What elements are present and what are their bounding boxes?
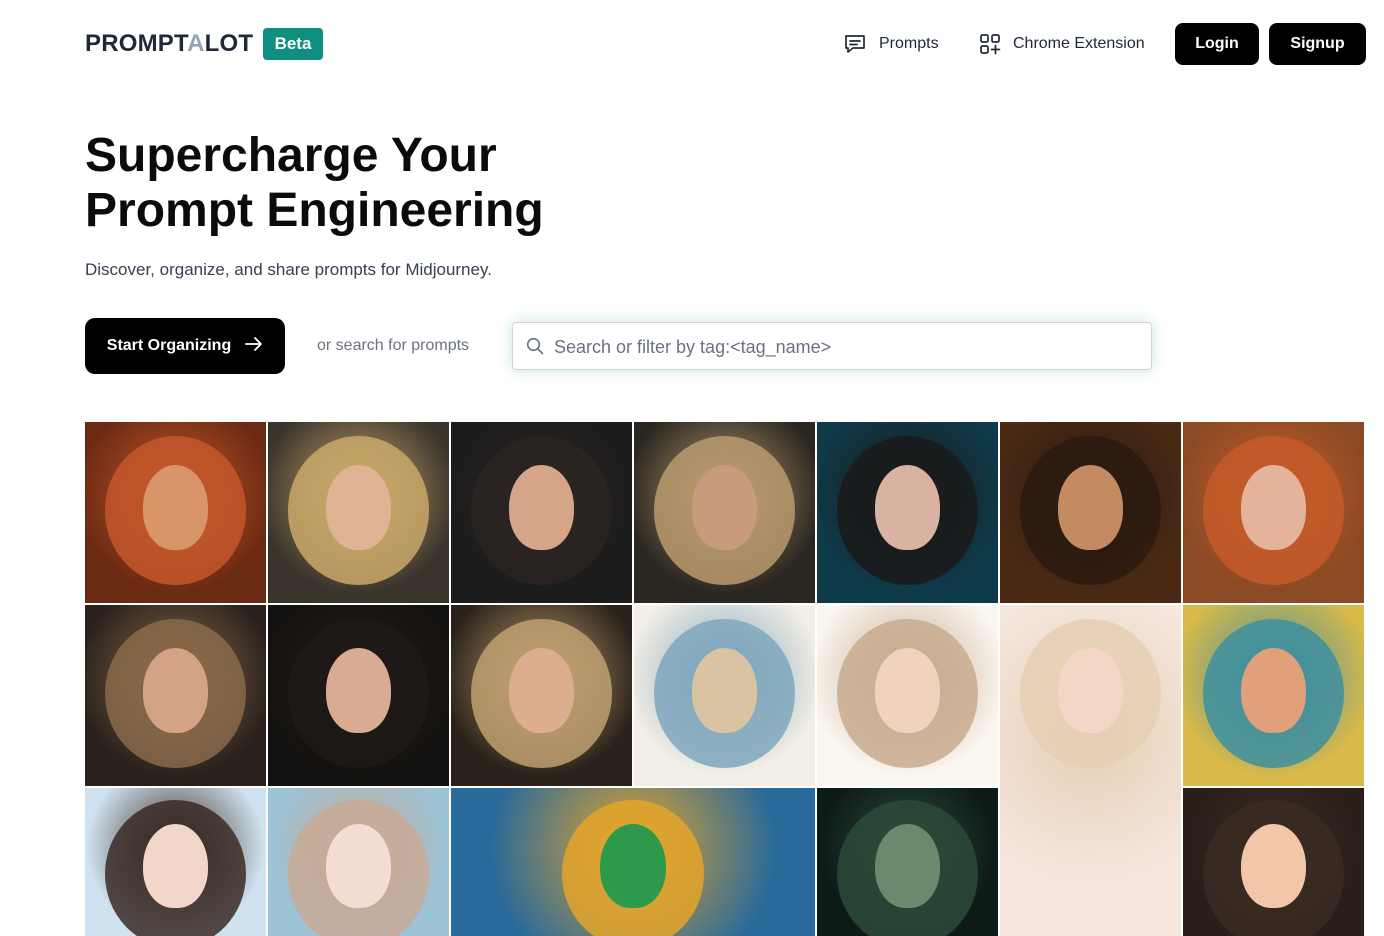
hero-title: Supercharge Your Prompt Engineering bbox=[85, 128, 645, 238]
gallery-image-anime-girl-red-shirt[interactable] bbox=[85, 788, 266, 936]
logo-text-part3: LOT bbox=[204, 30, 254, 57]
logo-text-part1: PROMPT bbox=[85, 30, 188, 57]
beta-badge: Beta bbox=[263, 28, 323, 60]
gallery-image-blonde-blazer-portrait[interactable] bbox=[451, 605, 632, 786]
image-subject-face bbox=[325, 823, 392, 909]
image-subject-face bbox=[1057, 465, 1124, 551]
gallery-image-wavy-blonde-moody-portrait[interactable] bbox=[634, 422, 815, 603]
chat-bubble-icon bbox=[843, 33, 867, 55]
gallery-image-dark-hair-smiling-woman-portrait[interactable] bbox=[451, 422, 632, 603]
nav-chrome-extension-link[interactable]: Chrome Extension bbox=[979, 31, 1145, 57]
start-organizing-button[interactable]: Start Organizing bbox=[85, 318, 285, 374]
gallery-image-curly-redhead-glasses-portrait[interactable] bbox=[1183, 422, 1364, 603]
gallery-image-watercolor-girls-gift[interactable] bbox=[817, 605, 998, 786]
login-button[interactable]: Login bbox=[1175, 23, 1259, 65]
gallery-image-blue-eyes-red-coat-portrait[interactable] bbox=[817, 422, 998, 603]
start-organizing-label: Start Organizing bbox=[106, 337, 232, 354]
gallery-image-dot-art-frog-hat[interactable] bbox=[451, 788, 815, 936]
image-subject-face bbox=[874, 648, 941, 734]
image-subject-face bbox=[142, 648, 209, 734]
image-subject-face bbox=[325, 465, 392, 551]
image-subject-face bbox=[1240, 465, 1307, 551]
or-search-text: or search for prompts bbox=[317, 337, 470, 354]
hero-title-line1: Supercharge Your bbox=[85, 129, 497, 182]
image-subject-face bbox=[691, 648, 758, 734]
image-subject-face bbox=[325, 648, 392, 734]
hero-subtitle: Discover, organize, and share prompts fo… bbox=[85, 260, 492, 279]
signup-button[interactable]: Signup bbox=[1269, 23, 1366, 65]
image-subject-face bbox=[874, 465, 941, 551]
gallery-image-woman-with-glasses-smiling-portrait[interactable] bbox=[1000, 422, 1181, 603]
nav-prompts-label: Prompts bbox=[879, 35, 939, 52]
image-subject-face bbox=[142, 465, 209, 551]
gallery-image-dark-forest-leaves[interactable] bbox=[817, 788, 998, 936]
nav-prompts-link[interactable]: Prompts bbox=[843, 31, 939, 57]
image-subject-face bbox=[691, 465, 758, 551]
hero-title-line2: Prompt Engineering bbox=[85, 184, 544, 237]
gallery-image-anime-girl-beach-braids[interactable] bbox=[268, 788, 449, 936]
search-bar bbox=[512, 322, 1152, 371]
image-subject-face bbox=[508, 465, 575, 551]
search-icon bbox=[526, 337, 544, 360]
logo-text-part2: A bbox=[187, 30, 205, 57]
arrow-right-icon bbox=[245, 336, 263, 357]
image-subject-face bbox=[142, 823, 209, 909]
apps-add-icon bbox=[979, 33, 1001, 55]
image-subject-face bbox=[1240, 823, 1307, 909]
gallery-image-curly-brunette-portrait[interactable] bbox=[85, 605, 266, 786]
image-subject-face bbox=[1240, 648, 1307, 734]
image-subject-face bbox=[1057, 648, 1124, 734]
top-nav-bar: PROMPTALOT Beta Prompts Chrome Extension… bbox=[0, 0, 1384, 88]
gallery-image-comic-tennis-player[interactable] bbox=[1183, 605, 1364, 786]
image-subject-face bbox=[600, 823, 666, 909]
gallery-image-redhead-freckles-glasses-portrait[interactable] bbox=[85, 422, 266, 603]
image-subject-face bbox=[508, 648, 575, 734]
promptalot-logo[interactable]: PROMPTALOT bbox=[85, 30, 253, 58]
image-subject-face bbox=[874, 823, 941, 909]
gallery-image-anime-blonde-red-dress[interactable] bbox=[1000, 605, 1181, 936]
gallery-image-cartoon-girl-flower-hair[interactable] bbox=[1183, 788, 1364, 936]
search-input[interactable] bbox=[552, 323, 1146, 371]
gallery-image-long-dark-hair-portrait[interactable] bbox=[268, 605, 449, 786]
nav-chrome-extension-label: Chrome Extension bbox=[1013, 35, 1145, 52]
gallery-image-curly-blonde-red-lips-portrait[interactable] bbox=[268, 422, 449, 603]
gallery-image-watercolor-beach-couple[interactable] bbox=[634, 605, 815, 786]
